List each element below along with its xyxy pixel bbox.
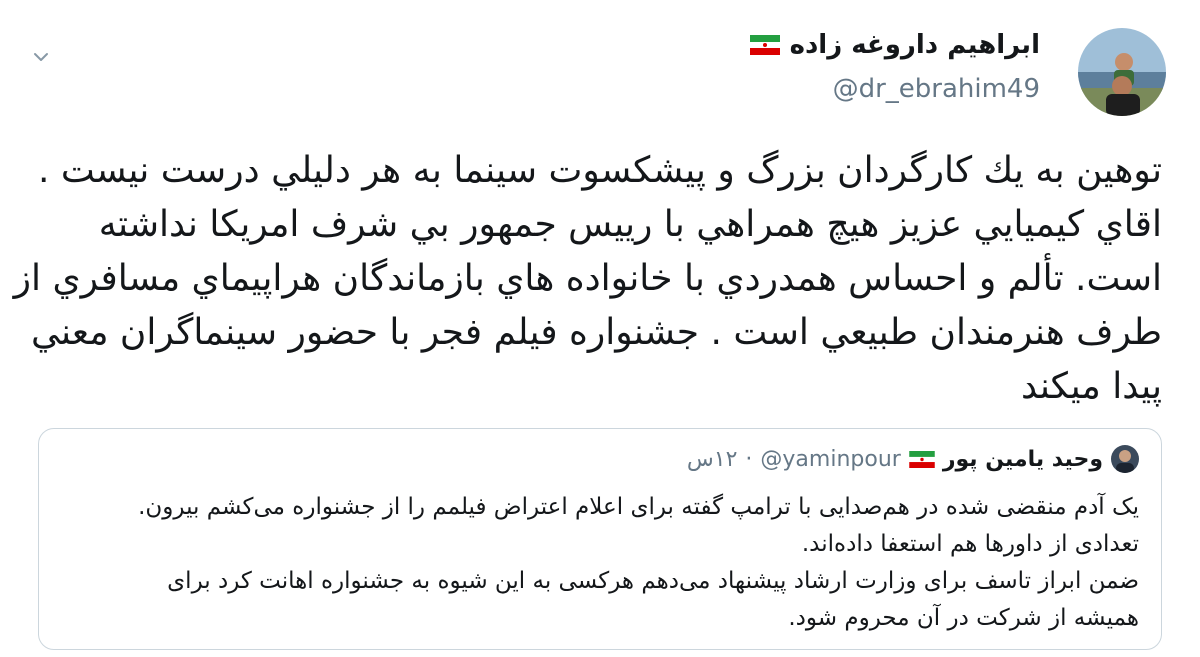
quoted-tweet-text: یک آدم منقضی شده در هم‌صدایی با ترامپ گف… — [59, 489, 1139, 637]
quoted-text-line: ضمن ابراز تاسف برای وزارت ارشاد پیشنهاد … — [167, 568, 1139, 594]
tweet-text-line: پيدا ميكند — [1020, 366, 1162, 407]
tweet-text: توهين به يك كارگردان بزرگ و پيشكسوت سينم… — [13, 144, 1162, 414]
quoted-avatar — [1111, 445, 1139, 473]
quoted-timestamp: ۱۲س — [686, 446, 738, 472]
quoted-tweet-header: وحید یامین پور @yaminpour · ۱۲س — [687, 445, 1139, 473]
quoted-text-line: تعدادی از داورها هم استعفا داده‌اند. — [801, 531, 1139, 557]
chevron-down-icon[interactable] — [30, 46, 52, 68]
quoted-author-handle: @yaminpour — [760, 446, 901, 472]
tweet-author: ابراهیم داروغه زاده @dr_ebrahim49 — [749, 30, 1040, 104]
iran-flag-icon — [749, 35, 780, 55]
author-name[interactable]: ابراهیم داروغه زاده — [790, 30, 1040, 60]
quoted-text-line: یک آدم منقضی شده در هم‌صدایی با ترامپ گف… — [138, 494, 1139, 520]
tweet-text-line: است. تألم و احساس همدردي با خانواده هاي … — [13, 258, 1162, 299]
tweet-text-line: طرف هنرمندان طبيعي است . جشنواره فيلم فج… — [30, 312, 1162, 353]
quoted-text-line: همیشه از شرکت در آن محروم شود. — [788, 605, 1139, 631]
quoted-author-name: وحید یامین پور — [942, 446, 1103, 472]
avatar[interactable] — [1078, 28, 1166, 116]
author-handle[interactable]: @dr_ebrahim49 — [750, 74, 1040, 104]
tweet-text-line: توهين به يك كارگردان بزرگ و پيشكسوت سينم… — [38, 150, 1162, 191]
separator-dot: · — [745, 446, 753, 472]
quoted-tweet[interactable]: وحید یامین پور @yaminpour · ۱۲س یک آدم م… — [38, 428, 1162, 650]
tweet-text-line: اقاي كيميايي عزيز هيچ همراهي با رييس جمه… — [98, 204, 1162, 245]
iran-flag-icon — [909, 450, 935, 468]
tweet-card: ابراهیم داروغه زاده @dr_ebrahim49 توهين … — [0, 0, 1200, 657]
